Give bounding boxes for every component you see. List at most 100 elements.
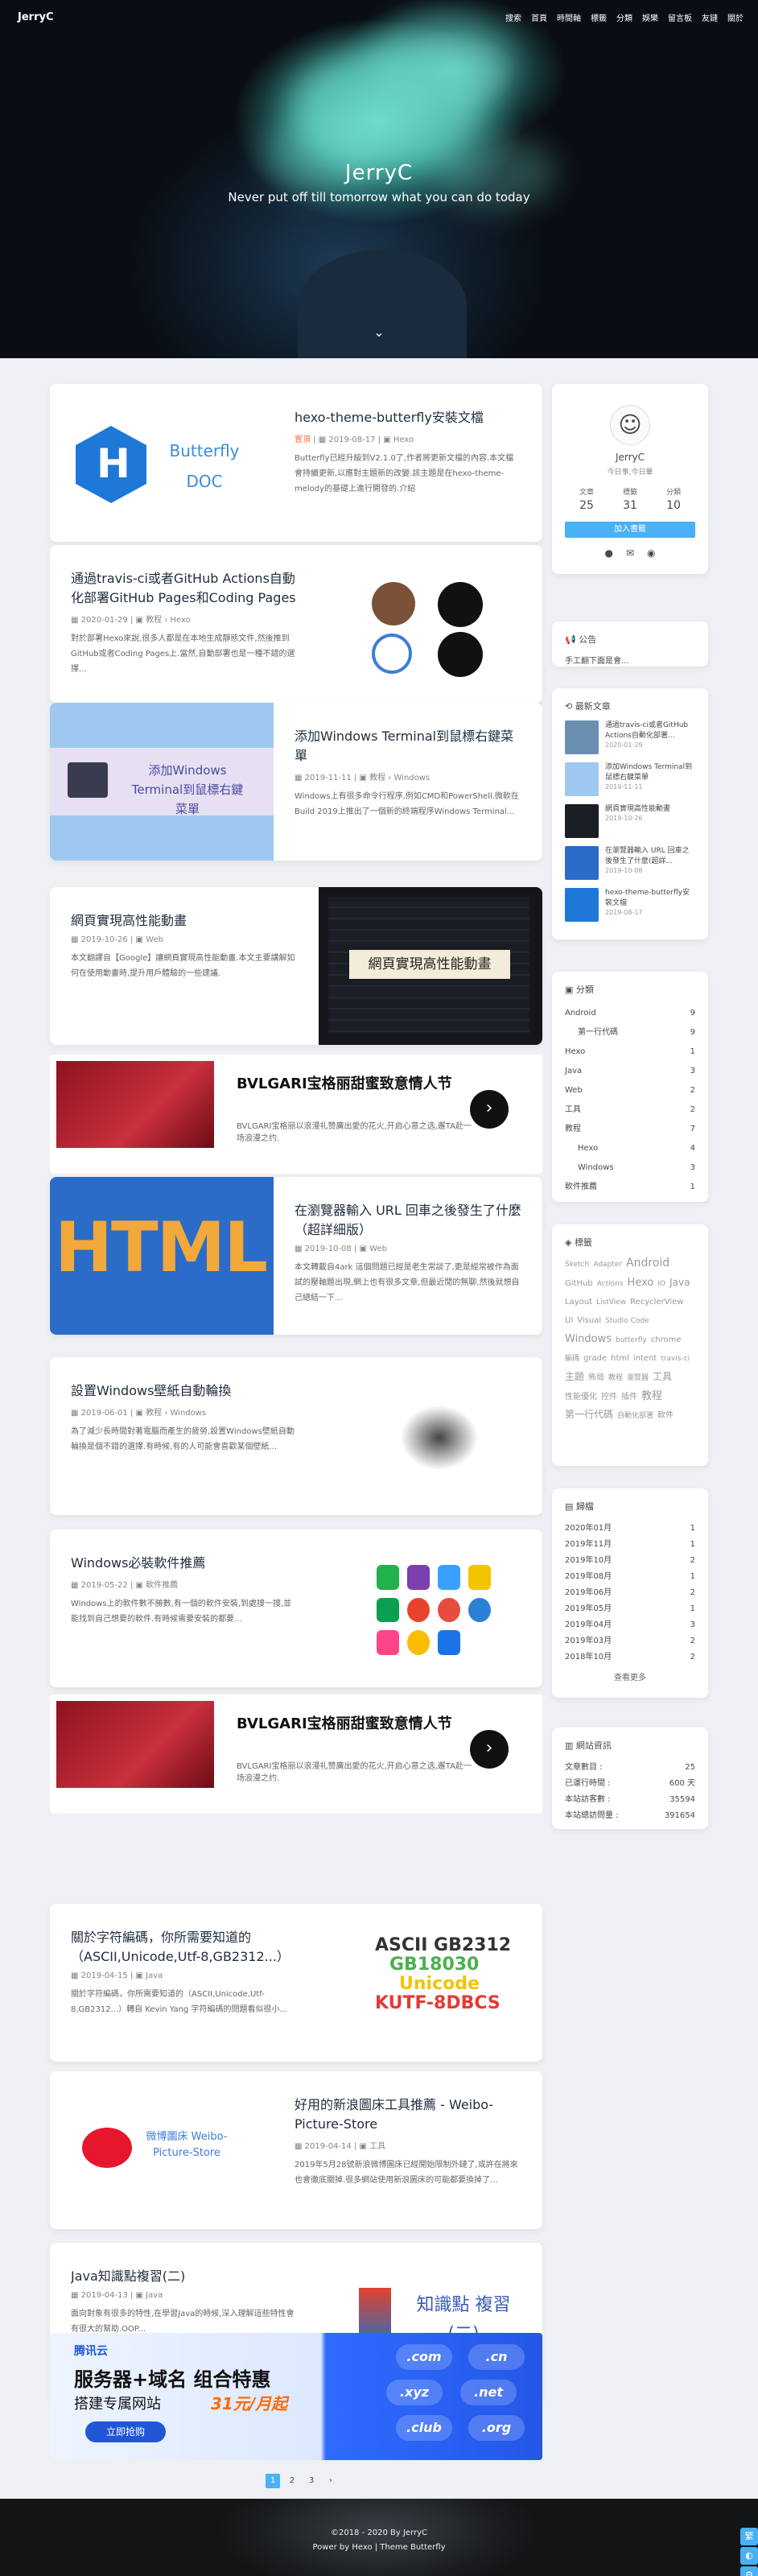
tag-link[interactable]: Android [626,1257,669,1270]
tag-link[interactable]: travis-ci [661,1352,690,1366]
tag-link[interactable]: Layout [565,1295,592,1309]
post-category[interactable]: Web [369,1245,387,1253]
category-item[interactable]: Windows 3 [565,1158,695,1178]
tag-link[interactable]: chrome [651,1333,682,1347]
tag-link[interactable]: html [611,1352,629,1365]
tag-link[interactable]: Studio Code [605,1315,649,1328]
category-item[interactable]: Hexo 1 [565,1042,695,1062]
post-card[interactable]: H Butterfly DOC hexo-theme-butterfly安裝文檔 置頂… [50,384,542,542]
menu-item[interactable]: 首頁 [531,11,547,23]
post-title[interactable]: 添加Windows Terminal到鼠標右鍵菜單 [295,727,521,766]
tag-link[interactable]: butterfly [616,1334,647,1348]
page-number[interactable]: 2 [285,2474,299,2488]
tag-link[interactable]: 第一行代碼 [565,1408,613,1422]
post-thumbnail[interactable]: ASCII GB2312 GB18030 Unicode KUTF-8DBCS [319,1904,542,2062]
tag-link[interactable]: 編碼 [565,1352,579,1366]
menu-item[interactable]: 時間軸 [557,11,581,23]
post-card[interactable]: 添加Windows Terminal到鼠標右鍵菜單 添加Windows Termi… [50,703,542,861]
menu-item[interactable]: 友鏈 [702,11,718,23]
darkmode-icon[interactable]: ◐ [740,2547,758,2565]
post-thumbnail[interactable]: 微博圖床 Weibo-Picture-Store [50,2071,274,2229]
post-category[interactable]: 教程 [369,774,385,782]
recent-post[interactable]: 網頁實現高性能動畫 2019-10-26 [565,804,695,838]
tag-link[interactable]: Sketch [565,1258,589,1272]
post-thumbnail[interactable]: HTML [50,1177,274,1335]
tencent-ad[interactable]: 腾讯云 服务器+域名 组合特惠 搭建专属网站 31元/月起 立即抢购 .com.… [50,2333,542,2460]
post-category[interactable]: 教程 [146,1409,162,1418]
tencent-buy-button[interactable]: 立即抢购 [85,2421,166,2442]
bookmark-button[interactable]: 加入書籤 [565,522,695,538]
archive-item[interactable]: 2019年08月 1 [565,1569,695,1585]
category-item[interactable]: Hexo 4 [565,1139,695,1158]
menu-item[interactable]: 娛樂 [642,11,658,23]
recent-post[interactable]: 添加Windows Terminal到鼠標右鍵菜單 2019-11-11 [565,762,695,796]
recent-post[interactable]: hexo-theme-butterfly安裝文檔 2019-08-17 [565,888,695,922]
post-category[interactable]: 工具 [369,2142,385,2151]
post-subcategory[interactable]: Hexo [171,616,191,625]
recent-title[interactable]: hexo-theme-butterfly安裝文檔 [605,888,695,909]
next-page-icon[interactable]: › [323,2474,338,2488]
author-stat[interactable]: 文章 25 [579,486,594,512]
tag-link[interactable]: Visual [577,1314,601,1327]
post-card[interactable]: 微博圖床 Weibo-Picture-Store 好用的新浪圖床工具推薦 - We… [50,2071,542,2229]
page-number[interactable]: 3 [304,2474,319,2488]
post-card[interactable]: 網頁實現高性能動畫 網頁實現高性能動畫 ▦ 2019-10-26 | ▣ Web 本文… [50,887,542,1045]
tag-link[interactable]: ListView [596,1296,626,1310]
post-category[interactable]: Web [146,935,163,944]
post-thumbnail[interactable] [319,545,542,703]
author-stat[interactable]: 標籤 31 [623,486,637,512]
tag-link[interactable]: UI [565,1314,573,1327]
tag-link[interactable]: 插件 [621,1390,637,1404]
recent-thumbnail[interactable] [565,846,599,880]
tag-link[interactable]: 瀏覽器 [627,1372,649,1385]
tag-link[interactable]: 主題 [565,1370,584,1384]
post-subcategory[interactable]: Windows [171,1409,207,1418]
post-subcategory[interactable]: Windows [394,774,430,782]
ad-banner[interactable]: BVLGARI宝格丽甜蜜致意情人节 BVLGARI宝格丽以浪漫礼赞廣出愛的花火,… [50,1055,542,1174]
tag-link[interactable]: IO [657,1278,665,1291]
tag-link[interactable]: Windows [565,1332,612,1346]
email-icon[interactable]: ✉ [626,547,634,559]
github-icon[interactable]: ● [604,547,612,559]
category-item[interactable]: Java 3 [565,1062,695,1081]
post-card[interactable]: 設置Windows壁紙自動輪換 ▦ 2019-06-01 | ▣ 教程 › Win… [50,1357,542,1515]
tag-link[interactable]: 性能優化 [565,1390,597,1404]
menu-item[interactable]: 留言板 [668,11,692,23]
tag-link[interactable]: 軟件 [657,1409,674,1422]
post-thumbnail[interactable]: 添加Windows Terminal到鼠標右鍵菜單 [50,703,274,861]
post-card[interactable]: ASCII GB2312 GB18030 Unicode KUTF-8DBCS 關於字符… [50,1904,542,2062]
site-logo[interactable]: JerryC [18,11,54,23]
tag-link[interactable]: Actions [597,1278,624,1291]
archive-item[interactable]: 2019年03月 2 [565,1633,695,1649]
post-category[interactable]: Java [146,1971,163,1980]
rss-icon[interactable]: ◉ [647,547,655,559]
post-title[interactable]: hexo-theme-butterfly安裝文檔 [295,408,521,427]
tag-link[interactable]: Hexo [628,1276,654,1290]
category-item[interactable]: 第一行代碼 9 [565,1023,695,1042]
arrow-right-icon[interactable]: › [470,1090,509,1129]
recent-thumbnail[interactable] [565,762,599,796]
recent-post[interactable]: 在瀏覽器輸入 URL 回車之後發生了什麼(超詳... 2019-10-08 [565,846,695,880]
recent-title[interactable]: 在瀏覽器輸入 URL 回車之後發生了什麼(超詳... [605,846,695,867]
post-title[interactable]: 在瀏覽器輸入 URL 回車之後發生了什麼（超詳細版） [295,1201,521,1240]
post-title[interactable]: 關於字符編碼，你所需要知道的（ASCII,Unicode,Utf-8,GB231… [71,1928,298,1967]
post-card[interactable]: 通過travis-ci或者GitHub Actions自動化部署GitHub P… [50,545,542,703]
post-category[interactable]: 教程 [146,616,162,625]
category-item[interactable]: 軟件推薦 1 [565,1178,695,1197]
ad-banner[interactable]: BVLGARI宝格丽甜蜜致意情人节 BVLGARI宝格丽以浪漫礼赞廣出愛的花火,… [50,1695,542,1814]
translate-icon[interactable]: 繁 [740,2528,758,2545]
tag-link[interactable]: 佈局 [588,1371,604,1385]
category-item[interactable]: Web 2 [565,1081,695,1100]
tag-link[interactable]: 教程 [608,1372,623,1385]
arrow-right-icon[interactable]: › [470,1730,509,1769]
archive-item[interactable]: 2019年06月 2 [565,1585,695,1601]
scroll-down-icon[interactable]: ⌄ [373,324,385,340]
tag-link[interactable]: Adapter [593,1258,622,1272]
post-thumbnail[interactable]: H Butterfly DOC [50,384,274,542]
archives-more-link[interactable]: 查看更多 [565,1670,695,1682]
post-title[interactable]: Windows必裝軟件推薦 [71,1554,298,1573]
post-thumbnail[interactable]: 網頁實現高性能動畫 [319,887,542,1045]
category-item[interactable]: 教程 7 [565,1120,695,1139]
recent-title[interactable]: 添加Windows Terminal到鼠標右鍵菜單 [605,762,695,783]
post-title[interactable]: 網頁實現高性能動畫 [71,911,298,931]
